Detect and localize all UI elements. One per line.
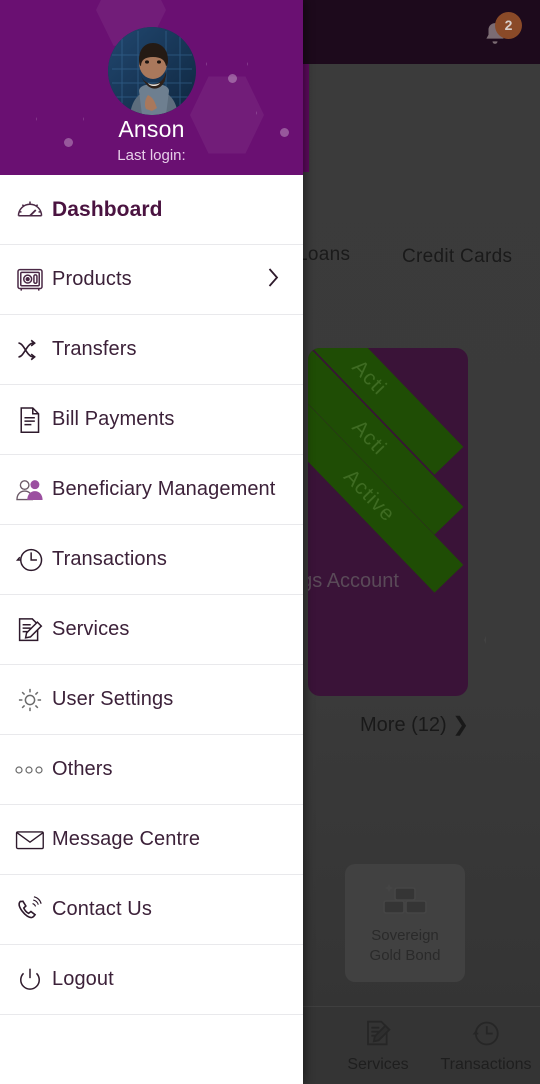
sidebar-item-label: Services	[52, 618, 130, 640]
app-screen: 2 Loans Credit Cards Acti Acti Active ng…	[0, 0, 540, 1084]
more-accounts-label: More (12)	[360, 714, 447, 736]
document-icon	[0, 405, 52, 435]
sidebar-item-label: User Settings	[52, 688, 174, 710]
bottom-nav-label-services: Services	[347, 1056, 409, 1073]
sidebar-item-message-centre[interactable]: Message Centre	[0, 805, 303, 875]
avatar[interactable]	[108, 27, 196, 115]
drawer-header: Anson Last login:	[0, 0, 303, 175]
sidebar-item-label: Logout	[52, 968, 114, 990]
pencil-note-icon	[362, 1020, 394, 1053]
pencil-note-icon	[0, 615, 52, 645]
sidebar-item-products[interactable]: Products	[0, 245, 303, 315]
sidebar-item-services[interactable]: Services	[0, 595, 303, 665]
tab-credit-cards[interactable]: Credit Cards	[392, 242, 522, 272]
transfer-arrows-icon	[0, 335, 52, 365]
quick-action-label-line2: Gold Bond	[369, 947, 441, 964]
sidebar-item-bill-payments[interactable]: Bill Payments	[0, 385, 303, 455]
sidebar-item-label: Contact Us	[52, 898, 152, 920]
sidebar-item-label: Beneficiary Management	[52, 478, 276, 500]
sidebar-item-label: Transactions	[52, 548, 167, 570]
drawer-footer-space	[0, 1015, 303, 1084]
sidebar-item-label: Message Centre	[52, 828, 201, 850]
power-icon	[0, 965, 52, 995]
sidebar-item-label: Bill Payments	[52, 408, 175, 430]
quick-action-label-line1: Sovereign	[371, 927, 439, 944]
clock-history-icon	[0, 545, 52, 575]
quick-action-label: Sovereign Gold Bond	[345, 926, 465, 966]
phone-ring-icon	[0, 895, 52, 925]
account-name: ngs Account	[308, 570, 399, 592]
bottom-nav-item-services[interactable]: Services	[324, 1017, 432, 1074]
notifications-button[interactable]: 2	[476, 12, 522, 56]
notification-badge: 2	[495, 12, 522, 39]
sidebar-item-contact-us[interactable]: Contact Us	[0, 875, 303, 945]
navigation-drawer: Anson Last login: Dashboard Products Tra…	[0, 0, 303, 1084]
bottom-nav-item-transactions[interactable]: Transactions	[432, 1017, 540, 1074]
sidebar-item-label: Dashboard	[52, 197, 163, 221]
quick-action-sovereign-gold-bond[interactable]: Sovereign Gold Bond	[345, 864, 465, 982]
hexagon-decoration-4	[190, 76, 264, 154]
sidebar-item-label: Others	[52, 758, 113, 780]
sidebar-item-logout[interactable]: Logout	[0, 945, 303, 1015]
last-login-text: Last login:	[117, 147, 186, 164]
two-people-icon	[0, 475, 52, 505]
more-accounts-link[interactable]: More (12) ❯	[360, 712, 469, 737]
three-dots-icon	[0, 763, 52, 777]
gold-bars-icon	[377, 878, 433, 927]
sidebar-item-others[interactable]: Others	[0, 735, 303, 805]
clock-history-icon	[470, 1021, 502, 1053]
drawer-menu: Dashboard Products Transfers Bill Paymen…	[0, 175, 303, 1084]
sidebar-item-user-settings[interactable]: User Settings	[0, 665, 303, 735]
account-card[interactable]: Acti Acti Active ngs Account	[308, 348, 468, 696]
sidebar-item-beneficiary-management[interactable]: Beneficiary Management	[0, 455, 303, 525]
sidebar-item-transactions[interactable]: Transactions	[0, 525, 303, 595]
chevron-right-icon: ❯	[452, 714, 470, 736]
chevron-right-icon	[266, 265, 281, 294]
safe-vault-icon	[0, 265, 52, 295]
speedometer-icon	[0, 195, 52, 225]
sidebar-item-label: Products	[52, 268, 132, 290]
sidebar-item-label: Transfers	[52, 338, 137, 360]
sidebar-item-transfers[interactable]: Transfers	[0, 315, 303, 385]
tab-loans[interactable]: Loans	[297, 244, 350, 266]
user-name: Anson	[118, 116, 185, 142]
bottom-nav-label-transactions: Transactions	[440, 1056, 532, 1073]
gear-icon	[0, 685, 52, 715]
sidebar-item-dashboard[interactable]: Dashboard	[0, 175, 303, 245]
envelope-icon	[0, 827, 52, 853]
